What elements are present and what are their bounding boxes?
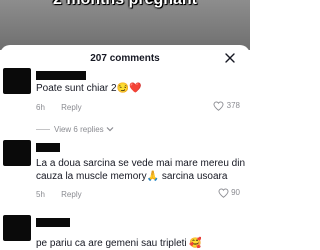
comment-meta: 5h Reply [36,190,82,199]
like-group[interactable]: 378 [213,101,240,111]
like-count: 378 [226,101,240,111]
view-replies-label: View 6 replies [54,125,104,134]
comment-text-line-1: La a doua sarcina se vede mai mare mereu… [36,158,246,169]
comment-item: Poate sunt chiar 2😏❤️ 6h Reply 378 View … [0,68,250,138]
comments-count-title: 207 comments [90,53,160,64]
avatar-redacted[interactable] [3,68,31,94]
like-count: 90 [231,188,240,198]
username-redacted[interactable] [36,143,60,152]
comments-sheet: 207 comments Poate sunt chiar 2😏❤️ 6h Re… [0,45,250,250]
username-redacted[interactable] [36,71,86,80]
comment-item: La a doua sarcina se vede mai mare mereu… [0,140,250,200]
username-redacted[interactable] [36,218,70,227]
comment-text: Poate sunt chiar 2😏❤️ [36,83,142,94]
reply-button[interactable]: Reply [61,190,81,199]
comment-meta: 6h Reply [36,103,82,112]
video-background[interactable]: 2 months pregnant [0,0,250,50]
screen: 2 months pregnant 207 comments Poate sun… [0,0,250,250]
heart-outline-icon[interactable] [218,188,229,198]
avatar-redacted[interactable] [3,215,31,241]
comment-item: pe pariu ca are gemeni sau tripleti 🥰 [0,215,250,250]
heart-outline-icon[interactable] [213,101,224,111]
comment-time: 5h [36,190,45,199]
reply-button[interactable]: Reply [61,103,81,112]
like-group[interactable]: 90 [218,188,240,198]
comment-text-line-2: cauza la muscle memory🙏 sarcina usoara [36,171,228,182]
video-caption: 2 months pregnant [0,0,250,9]
replies-divider-line [36,129,50,131]
comment-text: pe pariu ca are gemeni sau tripleti 🥰 [36,238,202,249]
close-icon[interactable] [224,52,236,64]
view-replies-link[interactable]: View 6 replies [36,125,114,134]
avatar-redacted[interactable] [3,140,31,166]
comment-time: 6h [36,103,45,112]
chevron-down-icon [106,127,114,132]
